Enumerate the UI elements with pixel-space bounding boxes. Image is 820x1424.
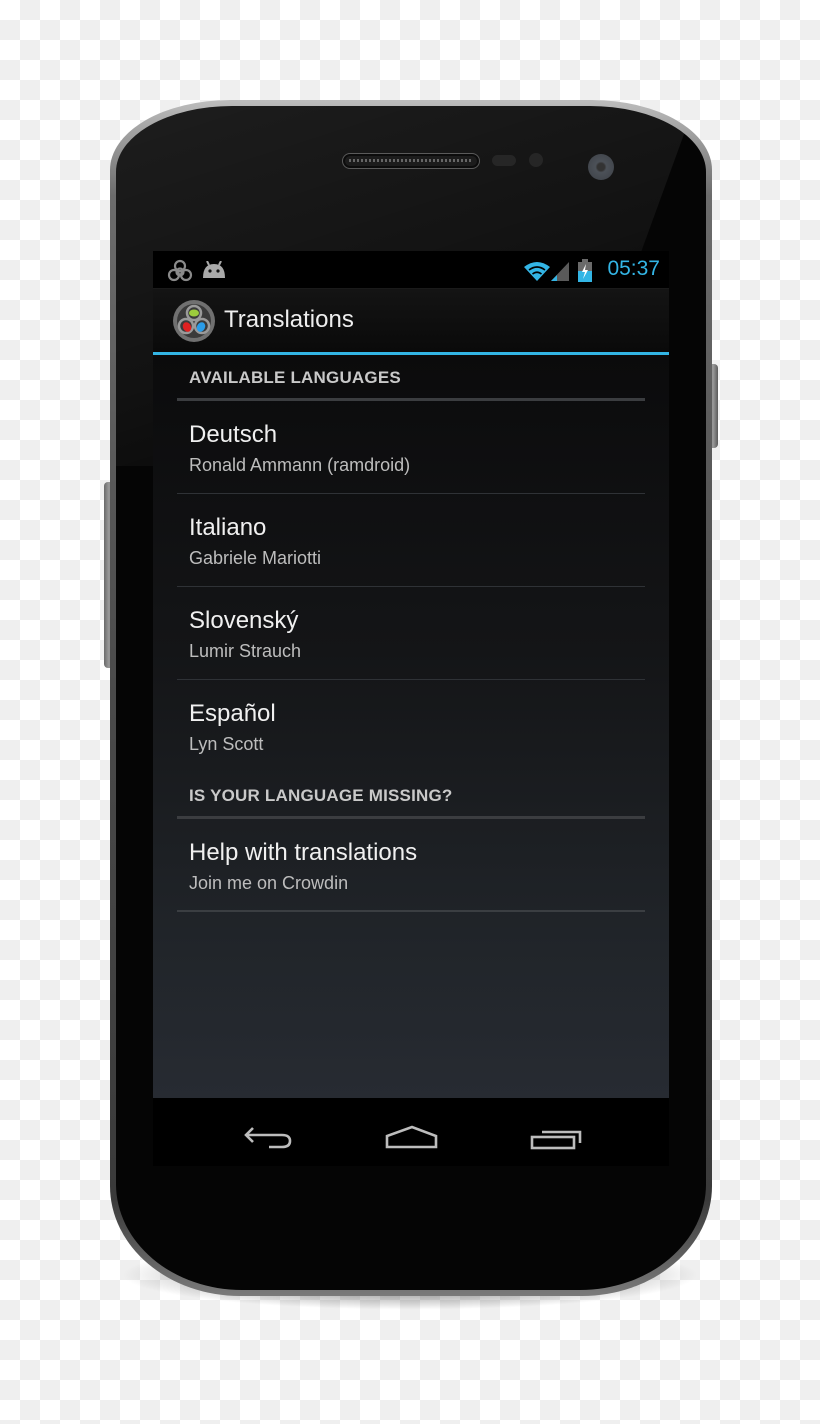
section-header-language-missing: IS YOUR LANGUAGE MISSING? [177,773,645,819]
list-item-title: Español [189,700,276,727]
list-item-italiano[interactable]: Italiano Gabriele Mariotti [177,494,645,587]
list-item-subtitle: Lumir Strauch [189,641,302,661]
list-item-espanol[interactable]: Español Lyn Scott [177,680,645,773]
list-item-subtitle: Join me on Crowdin [189,873,349,893]
home-icon [385,1125,438,1149]
status-bar: 05:37 [153,251,669,289]
android-icon [201,260,227,283]
screen: 05:37 Translations AVAILABLE LANGUAGES D… [153,251,669,1166]
battery-charging-icon [578,259,592,287]
list-item-slovensky[interactable]: Slovenský Lumir Strauch [177,587,645,680]
list-item-help-translations[interactable]: Help with translations Join me on Crowdi… [177,819,645,912]
list-item-deutsch[interactable]: Deutsch Ronald Ammann (ramdroid) [177,401,645,494]
biohazard-icon [167,259,193,287]
action-bar: Translations [153,289,669,355]
proximity-sensor [492,155,516,166]
section-header-label: AVAILABLE LANGUAGES [189,368,401,387]
section-header-label: IS YOUR LANGUAGE MISSING? [189,786,453,805]
recent-apps-button[interactable] [515,1112,595,1152]
recent-apps-icon [530,1130,582,1150]
page-title: Translations [224,306,354,333]
earpiece-speaker [342,153,480,169]
list-item-subtitle: Ronald Ammann (ramdroid) [189,455,411,475]
wifi-icon [523,260,551,286]
back-icon [244,1127,292,1149]
app-biohazard-logo-icon[interactable] [172,299,216,343]
list-item-subtitle: Lyn Scott [189,734,264,754]
light-sensor [529,153,543,167]
back-button[interactable] [229,1112,309,1152]
cell-signal-icon [551,260,571,286]
list-item-title: Slovenský [189,607,299,634]
list-item-title: Help with translations [189,839,418,866]
front-camera [588,154,614,180]
translations-list: AVAILABLE LANGUAGES Deutsch Ronald Amman… [153,355,669,1098]
home-button[interactable] [371,1112,451,1152]
list-item-title: Italiano [189,514,267,541]
navigation-bar [153,1098,669,1166]
section-header-available-languages: AVAILABLE LANGUAGES [177,355,645,401]
list-item-subtitle: Gabriele Mariotti [189,548,322,568]
clock: 05:37 [607,257,660,280]
list-item-title: Deutsch [189,421,278,448]
